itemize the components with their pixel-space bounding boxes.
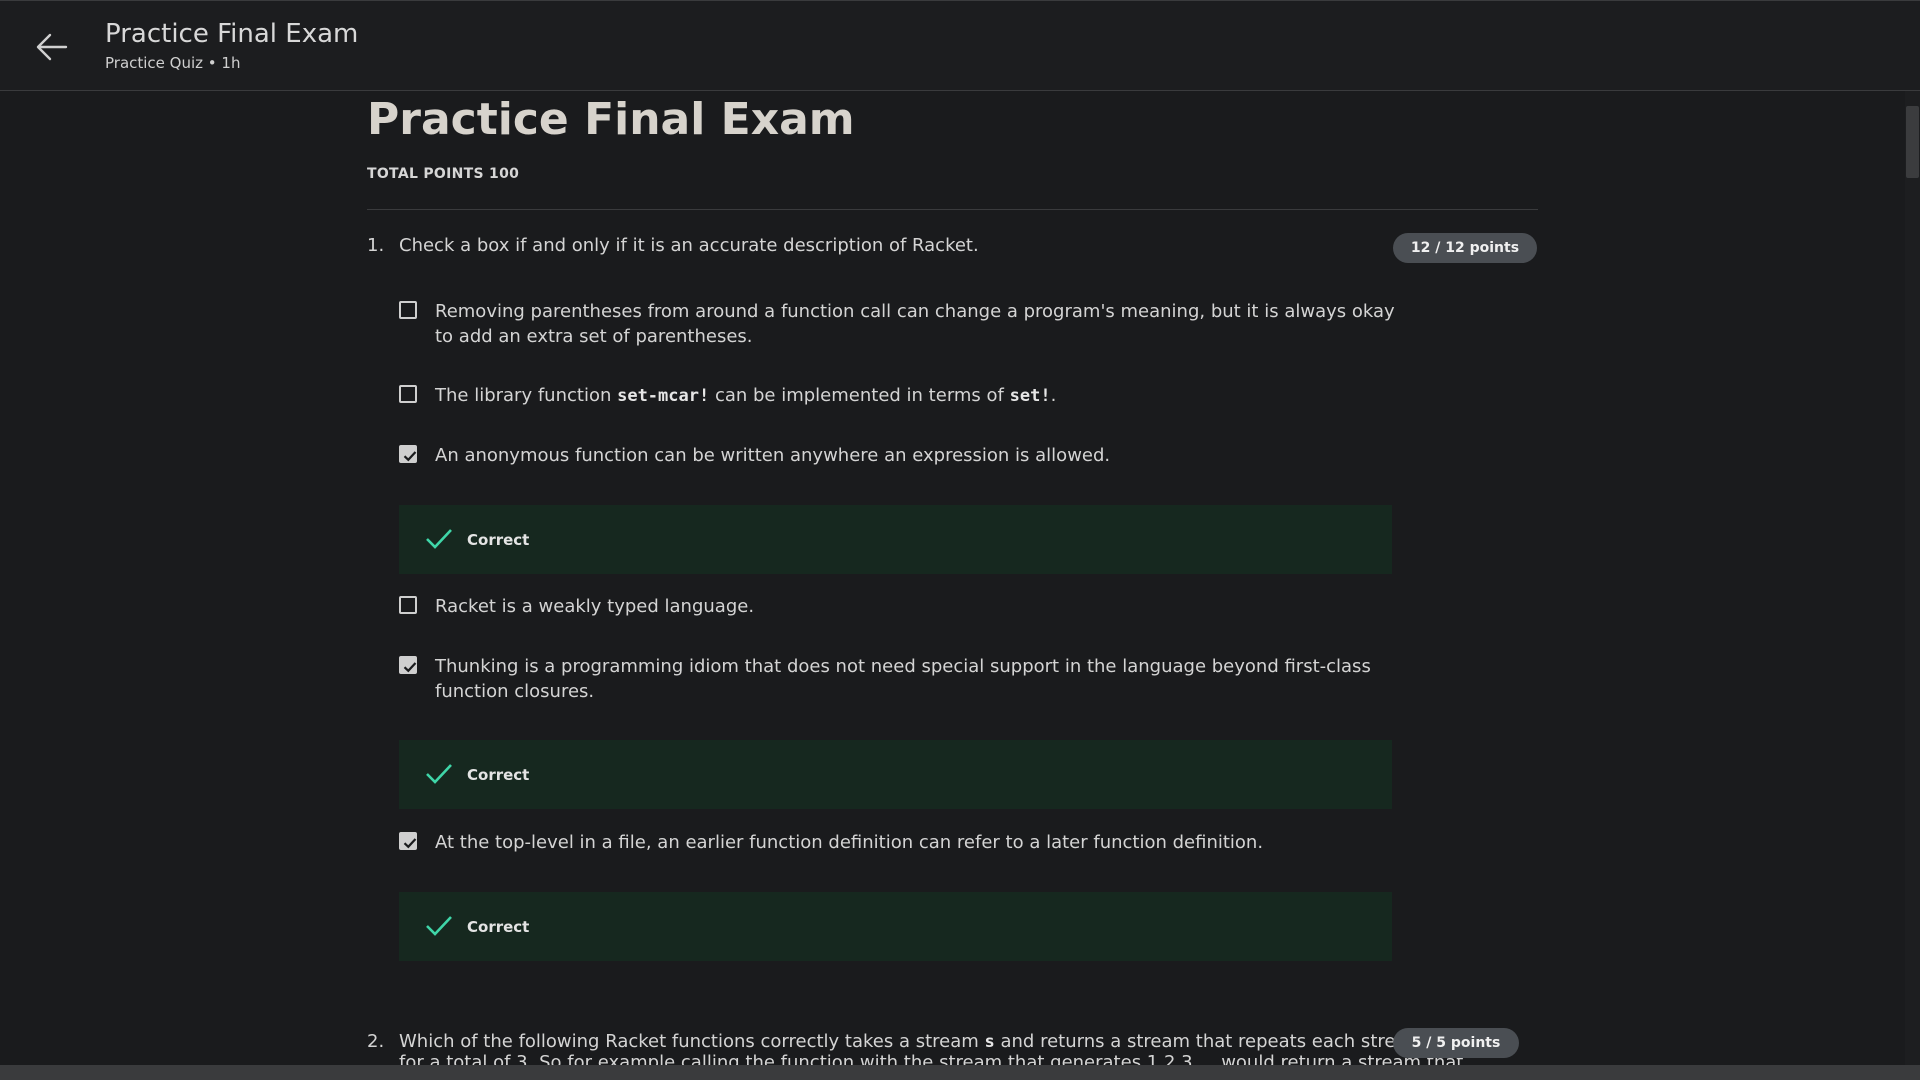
checkmark-icon xyxy=(403,838,417,849)
option-text: An anonymous function can be written any… xyxy=(435,445,1111,466)
answer-option[interactable]: Racket is a weakly typed language. xyxy=(399,594,1389,619)
checkbox-checked[interactable] xyxy=(399,832,417,850)
header-subtitle: Practice Quiz • 1h xyxy=(105,54,241,72)
option-text: The library function set-mcar! can be im… xyxy=(435,383,1395,409)
checkbox[interactable] xyxy=(399,301,417,319)
points-badge: 5 / 5 points xyxy=(1393,1028,1519,1058)
answer-option[interactable]: Removing parentheses from around a funct… xyxy=(399,299,1395,349)
answer-option[interactable]: An anonymous function can be written any… xyxy=(399,443,1389,468)
checkbox[interactable] xyxy=(399,596,417,614)
answer-option[interactable]: Thunking is a programming idiom that doe… xyxy=(399,654,1389,704)
option-text: Racket is a weakly typed language. xyxy=(435,596,755,617)
checkbox[interactable] xyxy=(399,385,417,403)
answer-option[interactable]: The library function set-mcar! can be im… xyxy=(399,383,1389,408)
vertical-scrollbar[interactable] xyxy=(1905,91,1920,1065)
option-text: At the top-level in a file, an earlier f… xyxy=(435,832,1264,853)
question-text: Check a box if and only if it is an accu… xyxy=(399,235,979,256)
check-icon xyxy=(426,529,452,549)
code-s: s xyxy=(984,1032,995,1052)
checkmark-icon xyxy=(403,451,417,462)
question-text: Which of the following Racket functions … xyxy=(399,1031,1504,1052)
divider xyxy=(367,209,1538,210)
answer-option[interactable]: At the top-level in a file, an earlier f… xyxy=(399,830,1389,855)
checkbox-checked[interactable] xyxy=(399,445,417,463)
checkmark-icon xyxy=(403,662,417,673)
code-set: set! xyxy=(1009,386,1051,406)
correct-feedback: Correct xyxy=(399,740,1392,809)
horizontal-scrollbar[interactable] xyxy=(0,1065,1920,1080)
check-icon xyxy=(426,916,452,936)
page-title: Practice Final Exam xyxy=(367,94,855,145)
feedback-label: Correct xyxy=(467,531,530,549)
check-icon xyxy=(426,764,452,784)
total-points: TOTAL POINTS 100 xyxy=(367,166,520,182)
header-title: Practice Final Exam xyxy=(105,19,359,49)
arrow-left-icon xyxy=(36,33,68,61)
back-button[interactable] xyxy=(34,29,70,65)
option-text-part: can be implemented in terms of xyxy=(709,385,1010,406)
code-set-mcar: set-mcar! xyxy=(617,386,710,406)
vertical-scrollbar-thumb[interactable] xyxy=(1906,106,1919,178)
feedback-label: Correct xyxy=(467,766,530,784)
option-text: Thunking is a programming idiom that doe… xyxy=(435,656,1371,702)
top-bar: Practice Final Exam Practice Quiz • 1h xyxy=(0,0,1920,91)
option-text: Removing parentheses from around a funct… xyxy=(435,301,1395,347)
points-badge: 12 / 12 points xyxy=(1393,233,1537,263)
question-number: 2. xyxy=(367,1031,385,1052)
checkbox-checked[interactable] xyxy=(399,656,417,674)
question-text-part: Which of the following Racket functions … xyxy=(399,1031,985,1052)
correct-feedback: Correct xyxy=(399,505,1392,574)
question-number: 1. xyxy=(367,235,385,256)
option-text-part: The library function xyxy=(435,385,618,406)
feedback-label: Correct xyxy=(467,918,530,936)
option-text-part: . xyxy=(1050,385,1057,406)
correct-feedback: Correct xyxy=(399,892,1392,961)
